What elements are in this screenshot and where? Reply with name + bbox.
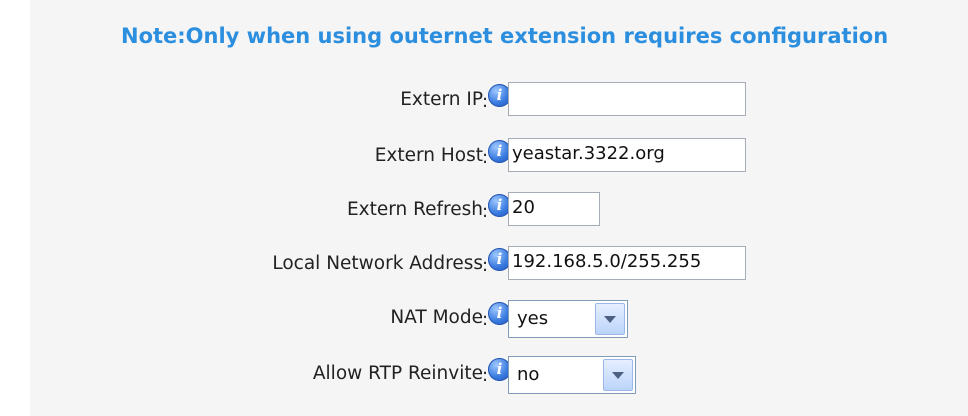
rtp-reinvite-row: Allow RTP Reinvite i : no — [30, 356, 968, 394]
rtp-reinvite-select[interactable]: no — [508, 356, 636, 394]
nat-mode-label-group: NAT Mode i — [390, 302, 511, 329]
extern-ip-input[interactable] — [508, 82, 746, 116]
config-note: Note:Only when using outernet extension … — [121, 24, 889, 48]
extern-ip-label: Extern IP — [400, 89, 483, 110]
nat-mode-value: yes — [517, 308, 549, 329]
local-network-label: Local Network Address — [272, 253, 483, 274]
local-network-row: Local Network Address i : 192.168.5.0/25… — [30, 246, 968, 284]
colon: : — [482, 91, 489, 112]
chevron-down-icon[interactable] — [603, 359, 633, 391]
settings-panel: Note:Only when using outernet extension … — [30, 0, 968, 416]
nat-mode-select[interactable]: yes — [508, 300, 628, 338]
chevron-down-icon[interactable] — [595, 303, 625, 335]
extern-refresh-row: Extern Refresh i : 20 — [30, 192, 968, 230]
extern-refresh-label: Extern Refresh — [346, 199, 483, 220]
colon: : — [482, 309, 489, 330]
colon: : — [482, 201, 489, 222]
colon: : — [482, 365, 489, 386]
rtp-reinvite-value: no — [517, 364, 540, 385]
rtp-reinvite-label: Allow RTP Reinvite — [312, 363, 483, 384]
extern-host-input[interactable]: yeastar.3322.org — [508, 138, 746, 172]
extern-ip-label-group: Extern IP i — [400, 84, 511, 111]
extern-host-row: Extern Host i : yeastar.3322.org — [30, 138, 968, 176]
colon: : — [482, 255, 489, 276]
colon: : — [482, 147, 489, 168]
nat-mode-row: NAT Mode i : yes — [30, 300, 968, 338]
local-network-input[interactable]: 192.168.5.0/255.255 — [508, 246, 746, 280]
extern-refresh-input[interactable]: 20 — [508, 192, 600, 226]
extern-ip-row: Extern IP i : — [30, 82, 968, 120]
extern-host-label-group: Extern Host i — [374, 140, 511, 167]
extern-host-label: Extern Host — [374, 145, 483, 166]
local-network-label-group: Local Network Address i — [272, 248, 511, 275]
nat-mode-label: NAT Mode — [390, 307, 483, 328]
